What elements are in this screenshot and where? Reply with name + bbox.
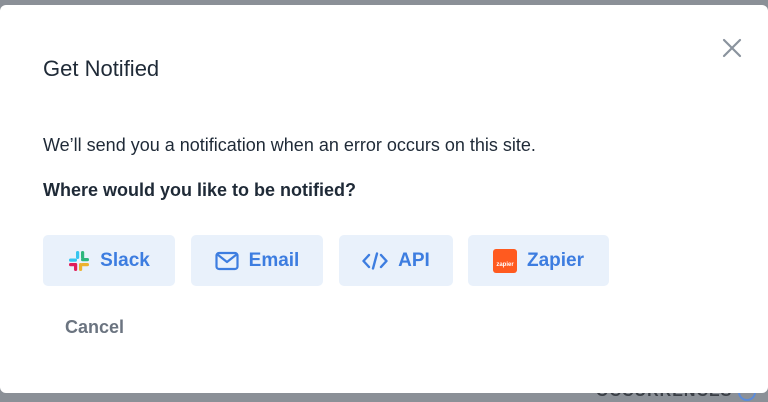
email-option-button[interactable]: Email — [191, 235, 323, 286]
dialog-title: Get Notified — [43, 56, 160, 81]
close-button[interactable] — [720, 36, 744, 60]
slack-option-button[interactable]: Slack — [43, 235, 175, 286]
cancel-button[interactable]: Cancel — [65, 317, 124, 338]
dialog-question: Where would you like to be notified? — [43, 180, 357, 200]
code-icon — [362, 251, 388, 270]
zapier-option-button[interactable]: zapier Zapier — [468, 235, 609, 286]
close-icon — [722, 38, 742, 58]
zapier-icon: zapier — [492, 248, 517, 273]
api-option-label: API — [398, 249, 430, 271]
zapier-option-label: Zapier — [526, 249, 585, 271]
api-option-button[interactable]: API — [339, 235, 453, 286]
slack-icon — [68, 250, 90, 272]
email-option-label: Email — [248, 249, 300, 271]
get-notified-dialog: Get Notified We’ll send you a notificati… — [0, 5, 768, 393]
slack-option-label: Slack — [100, 249, 150, 271]
envelope-icon — [215, 251, 239, 271]
zapier-icon-text: zapier — [496, 261, 514, 268]
dialog-description: We’ll send you a notification when an er… — [43, 135, 536, 155]
